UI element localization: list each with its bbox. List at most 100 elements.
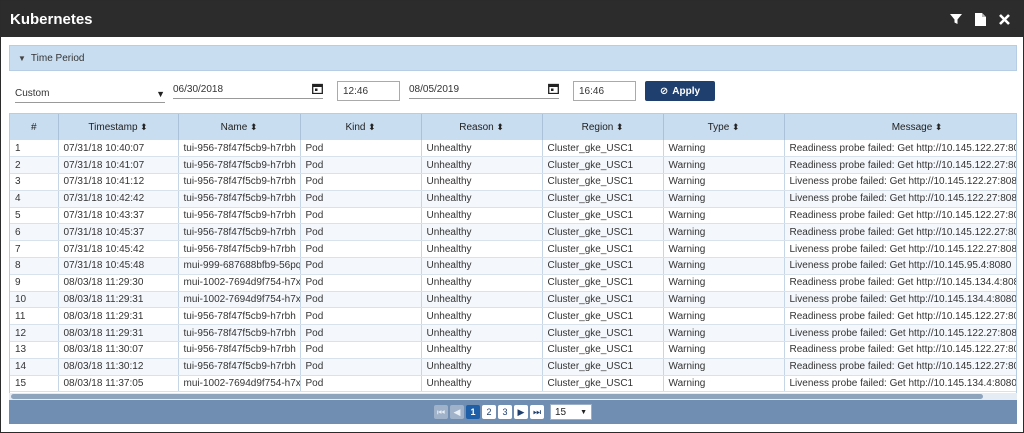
table-cell: Warning xyxy=(663,207,785,225)
table-cell: 11 xyxy=(10,307,59,326)
table-row[interactable]: 12 08/03/18 11:29:31 tui-956-78f47f5cb9-h7… xyxy=(10,324,1016,343)
sort-icon[interactable]: ⬍ xyxy=(247,122,258,132)
page-size-select[interactable]: 15 ▼ xyxy=(550,404,592,420)
calendar-icon[interactable] xyxy=(312,83,323,97)
table-cell: 07/31/18 10:45:42 xyxy=(58,240,179,259)
apply-button[interactable]: ⊘ Apply xyxy=(645,81,715,101)
table-cell: Readiness probe failed: Get http://10.14… xyxy=(784,156,1016,175)
table-cell: Unhealthy xyxy=(421,274,543,292)
table-cell: Liveness probe failed: Get http://10.145… xyxy=(784,291,1016,309)
table-cell: 08/03/18 11:29:30 xyxy=(58,274,179,292)
calendar-icon[interactable] xyxy=(548,83,559,97)
sort-icon[interactable]: ⬍ xyxy=(138,122,148,132)
table-row[interactable]: 13 08/03/18 11:30:07 tui-956-78f47f5cb9-h7… xyxy=(10,341,1016,359)
table-cell: Unhealthy xyxy=(421,190,543,208)
table-cell: Warning xyxy=(663,156,785,175)
table-cell: Pod xyxy=(300,324,422,343)
range-type-select[interactable]: Custom ▼ xyxy=(15,85,165,103)
table-cell: 07/31/18 10:41:07 xyxy=(58,156,179,175)
content-area: ▼ Time Period Custom ▼ xyxy=(9,45,1017,113)
close-icon[interactable] xyxy=(997,12,1011,26)
page-button-2[interactable]: 2 xyxy=(482,405,496,419)
column-header-reason[interactable]: Reason ⬍ xyxy=(421,114,543,140)
column-header-timestamp[interactable]: Timestamp ⬍ xyxy=(58,114,179,140)
table-row[interactable]: 6 07/31/18 10:45:37 tui-956-78f47f5cb9-h7r… xyxy=(10,223,1016,242)
start-date-field[interactable]: 06/30/2018 xyxy=(173,81,323,99)
column-header-region[interactable]: Region ⬍ xyxy=(542,114,664,140)
table-header-row: # Timestamp ⬍ Name ⬍ Kind ⬍ Reason ⬍ Region ⬍… xyxy=(10,114,1016,140)
page-button-3[interactable]: 3 xyxy=(498,405,512,419)
sort-icon[interactable]: ⬍ xyxy=(365,122,376,132)
column-label: Type xyxy=(707,121,730,133)
table-row[interactable]: 10 08/03/18 11:29:31 mui-1002-7694d9f754-h… xyxy=(10,291,1016,309)
sort-icon[interactable]: ⬍ xyxy=(932,122,943,132)
table-cell: Cluster_gke_USC1 xyxy=(542,274,664,292)
table-row[interactable]: 8 07/31/18 10:45:48 mui-999-687688bfb9-56p… xyxy=(10,257,1016,275)
table-cell: mui-1002-7694d9f754-h7x xyxy=(178,291,301,309)
table-cell: Warning xyxy=(663,375,785,393)
column-label: Name xyxy=(220,121,248,133)
table-cell: 9 xyxy=(10,274,59,292)
table-cell: 08/03/18 11:30:07 xyxy=(58,341,179,359)
scrollbar-thumb[interactable] xyxy=(11,394,983,399)
table-cell: 10 xyxy=(10,291,59,309)
page-button-1[interactable]: 1 xyxy=(466,405,480,419)
table-row[interactable]: 5 07/31/18 10:43:37 tui-956-78f47f5cb9-h7r… xyxy=(10,207,1016,225)
column-header-message[interactable]: Message ⬍ xyxy=(784,114,1016,140)
prev-page-icon[interactable]: ◀ xyxy=(450,405,464,419)
sort-icon[interactable]: ⬍ xyxy=(729,122,740,132)
table-row[interactable]: 1 07/31/18 10:40:07 tui-956-78f47f5cb9-h7r… xyxy=(10,140,1016,158)
document-icon[interactable] xyxy=(973,12,987,26)
table-row[interactable]: 3 07/31/18 10:41:12 tui-956-78f47f5cb9-h7r… xyxy=(10,173,1016,191)
end-time-input[interactable]: 16:46 xyxy=(573,81,636,101)
table-row[interactable]: 9 08/03/18 11:29:30 mui-1002-7694d9f754-h7… xyxy=(10,274,1016,292)
table-row[interactable]: 15 08/03/18 11:37:05 mui-1002-7694d9f754-h… xyxy=(10,375,1016,393)
page-numbers: 123 xyxy=(466,405,512,419)
end-date-field[interactable]: 08/05/2019 xyxy=(409,81,559,99)
table-cell: Liveness probe failed: Get http://10.145… xyxy=(784,173,1016,191)
column-label: Kind xyxy=(345,121,366,133)
caret-down-icon: ▼ xyxy=(18,53,26,63)
sort-icon[interactable]: ⬍ xyxy=(613,122,624,132)
table-cell: Cluster_gke_USC1 xyxy=(542,156,664,175)
table-cell: Readiness probe failed: Get http://10.14… xyxy=(784,341,1016,359)
table-row[interactable]: 2 07/31/18 10:41:07 tui-956-78f47f5cb9-h7r… xyxy=(10,156,1016,175)
table-cell: Warning xyxy=(663,140,785,158)
table-row[interactable]: 14 08/03/18 11:30:12 tui-956-78f47f5cb9-h7… xyxy=(10,358,1016,376)
table-cell: Cluster_gke_USC1 xyxy=(542,358,664,376)
column-header-[interactable]: # xyxy=(10,114,59,140)
table-row[interactable]: 4 07/31/18 10:42:42 tui-956-78f47f5cb9-h7r… xyxy=(10,190,1016,208)
next-page-icon[interactable]: ▶ xyxy=(514,405,528,419)
table-cell: Readiness probe failed: Get http://10.14… xyxy=(784,274,1016,292)
table-cell: Cluster_gke_USC1 xyxy=(542,307,664,326)
table-cell: Cluster_gke_USC1 xyxy=(542,324,664,343)
column-header-type[interactable]: Type ⬍ xyxy=(663,114,785,140)
table-cell: 1 xyxy=(10,140,59,158)
start-time-input[interactable]: 12:46 xyxy=(337,81,400,101)
filter-icon[interactable] xyxy=(949,12,963,26)
column-label: Timestamp xyxy=(88,121,138,133)
table-cell: Warning xyxy=(663,223,785,242)
horizontal-scrollbar[interactable] xyxy=(9,393,1017,400)
table-cell: Unhealthy xyxy=(421,240,543,259)
table-cell: Unhealthy xyxy=(421,156,543,175)
table-cell: 08/03/18 11:29:31 xyxy=(58,307,179,326)
last-page-icon[interactable]: ⏭ xyxy=(530,405,544,419)
sort-icon[interactable]: ⬍ xyxy=(494,122,504,132)
table-row[interactable]: 7 07/31/18 10:45:42 tui-956-78f47f5cb9-h7r… xyxy=(10,240,1016,259)
table-cell: tui-956-78f47f5cb9-h7rbh xyxy=(178,140,301,158)
table-cell: Unhealthy xyxy=(421,207,543,225)
events-table-container[interactable]: # Timestamp ⬍ Name ⬍ Kind ⬍ Reason ⬍ Region ⬍… xyxy=(9,113,1017,400)
column-header-kind[interactable]: Kind ⬍ xyxy=(300,114,422,140)
time-period-toggle[interactable]: ▼ Time Period xyxy=(9,45,1017,71)
column-header-name[interactable]: Name ⬍ xyxy=(178,114,301,140)
table-cell: Pod xyxy=(300,173,422,191)
title-bar: Kubernetes xyxy=(1,1,1023,37)
table-cell: Cluster_gke_USC1 xyxy=(542,240,664,259)
table-cell: Warning xyxy=(663,173,785,191)
table-row[interactable]: 11 08/03/18 11:29:31 tui-956-78f47f5cb9-h7… xyxy=(10,307,1016,326)
first-page-icon[interactable]: ⏮ xyxy=(434,405,448,419)
table-cell: Unhealthy xyxy=(421,257,543,275)
table-cell: Liveness probe failed: Get http://10.145… xyxy=(784,240,1016,259)
table-cell: 3 xyxy=(10,173,59,191)
